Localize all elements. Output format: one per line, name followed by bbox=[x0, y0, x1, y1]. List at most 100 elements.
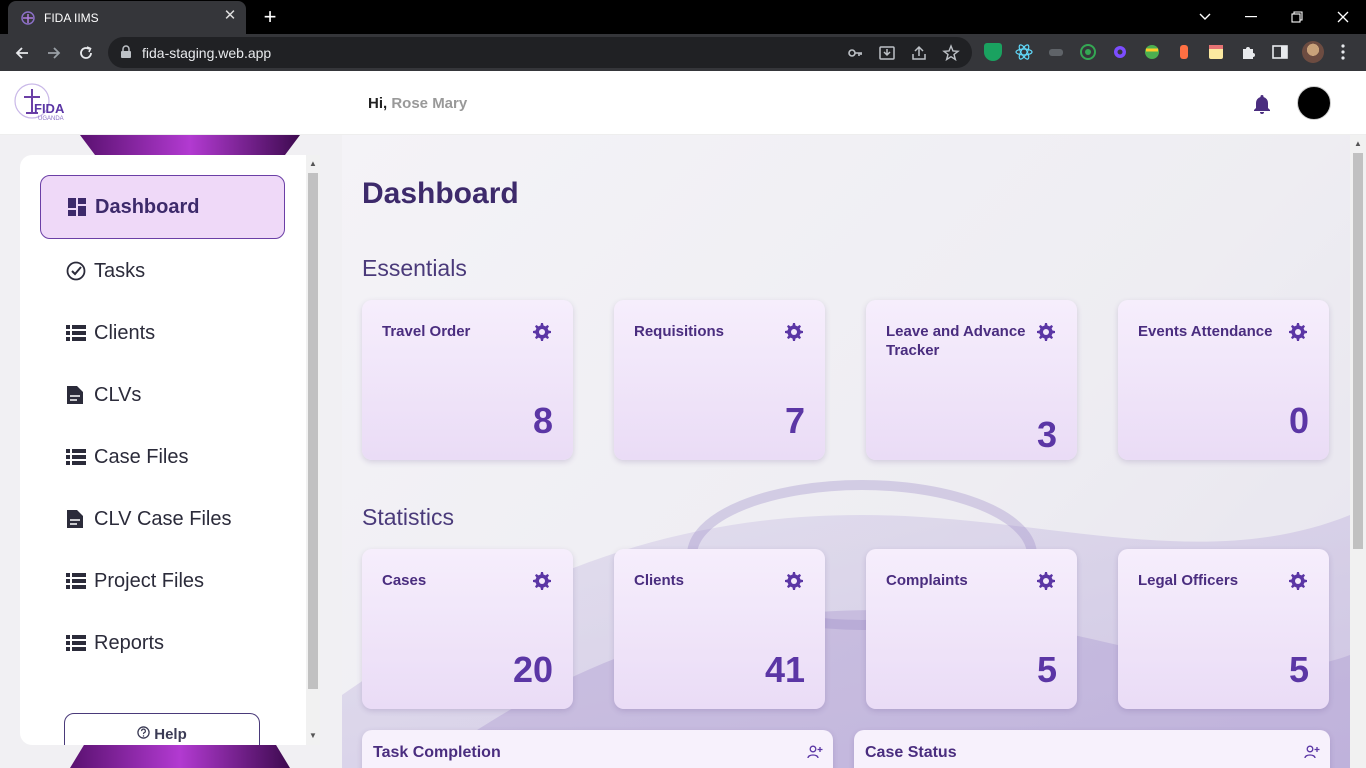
browser-tab[interactable]: FIDA IIMS ✕ bbox=[8, 1, 246, 34]
browser-tab-strip: FIDA IIMS ✕ + bbox=[0, 0, 1366, 34]
side-panel-icon[interactable] bbox=[1271, 43, 1289, 61]
card-cases[interactable]: Cases 20 bbox=[362, 549, 573, 709]
sidebar-item-project-files[interactable]: Project Files bbox=[40, 549, 285, 613]
extension-globe-icon[interactable] bbox=[1143, 43, 1161, 61]
check-circle-icon bbox=[66, 261, 86, 281]
card-complaints[interactable]: Complaints 5 bbox=[866, 549, 1077, 709]
card-value: 7 bbox=[784, 400, 805, 441]
dashboard-icon bbox=[67, 197, 87, 217]
forward-icon[interactable] bbox=[42, 41, 66, 65]
card-title: Cases bbox=[382, 572, 427, 589]
extension-character-icon[interactable] bbox=[1175, 43, 1193, 61]
sidebar-item-label: Case Files bbox=[94, 445, 189, 468]
extension-react-icon[interactable] bbox=[1015, 43, 1033, 61]
help-button[interactable]: Help bbox=[64, 713, 260, 745]
card-value: 5 bbox=[1288, 649, 1309, 690]
sidebar-item-dashboard[interactable]: Dashboard bbox=[40, 175, 285, 239]
sidebar-item-reports[interactable]: Reports bbox=[40, 611, 285, 675]
file-icon bbox=[66, 509, 86, 529]
gear-icon[interactable] bbox=[1036, 571, 1056, 591]
card-requisitions[interactable]: Requisitions 7 bbox=[614, 300, 825, 460]
add-user-icon[interactable] bbox=[807, 744, 823, 760]
gear-icon[interactable] bbox=[784, 322, 804, 342]
card-title: Legal Officers bbox=[1138, 572, 1239, 589]
close-window-icon[interactable] bbox=[1320, 4, 1366, 30]
sidebar-item-clvs[interactable]: CLVs bbox=[40, 363, 285, 427]
card-events-attendance[interactable]: Events Attendance 0 bbox=[1118, 300, 1329, 460]
main-content: Dashboard Essentials Travel Order 8 Requ… bbox=[342, 135, 1350, 768]
add-user-icon[interactable] bbox=[1304, 744, 1320, 760]
scroll-down-icon[interactable]: ▼ bbox=[309, 731, 317, 740]
sidebar-item-label: Tasks bbox=[94, 259, 146, 282]
card-title: Events Attendance bbox=[1138, 323, 1273, 340]
card-title: Travel Order bbox=[382, 323, 471, 340]
extension-shield-icon[interactable] bbox=[984, 43, 1002, 61]
essentials-heading: Essentials bbox=[362, 255, 467, 281]
minimize-icon[interactable] bbox=[1228, 4, 1274, 30]
tab-search-icon[interactable] bbox=[1182, 4, 1228, 30]
help-icon bbox=[137, 726, 150, 745]
sidebar-item-tasks[interactable]: Tasks bbox=[40, 239, 285, 303]
notification-bell-icon[interactable] bbox=[1252, 93, 1272, 115]
fida-logo[interactable]: FIDA UGANDA bbox=[14, 83, 74, 123]
browser-toolbar: fida-staging.web.app bbox=[0, 34, 1366, 71]
close-tab-icon[interactable]: ✕ bbox=[222, 8, 238, 24]
install-icon[interactable] bbox=[878, 44, 896, 62]
extensions-puzzle-icon[interactable] bbox=[1239, 43, 1257, 61]
card-leave-advance-tracker[interactable]: Leave and Advance Tracker 3 bbox=[866, 300, 1077, 460]
share-icon[interactable] bbox=[910, 44, 928, 62]
tab-favicon-icon bbox=[21, 11, 35, 25]
extension-target-icon[interactable] bbox=[1079, 43, 1097, 61]
user-avatar[interactable] bbox=[1297, 86, 1331, 120]
sidebar-scroll-thumb[interactable] bbox=[308, 173, 318, 689]
gear-icon[interactable] bbox=[1036, 322, 1056, 342]
gear-icon[interactable] bbox=[1288, 571, 1308, 591]
card-value: 5 bbox=[1036, 649, 1057, 690]
card-value: 20 bbox=[512, 649, 553, 690]
back-icon[interactable] bbox=[10, 41, 34, 65]
card-travel-order[interactable]: Travel Order 8 bbox=[362, 300, 573, 460]
card-title: Leave and Advance Tracker bbox=[886, 323, 1026, 359]
user-name: Rose Mary bbox=[391, 95, 468, 112]
logo-subtext: UGANDA bbox=[38, 116, 64, 122]
gear-icon[interactable] bbox=[784, 571, 804, 591]
card-value: 8 bbox=[532, 400, 553, 441]
address-url: fida-staging.web.app bbox=[142, 45, 272, 61]
restore-icon[interactable] bbox=[1274, 4, 1320, 30]
extension-gear-icon[interactable] bbox=[1111, 43, 1129, 61]
sidebar-scrollbar[interactable]: ▲ ▼ bbox=[306, 155, 320, 745]
main-scroll-thumb[interactable] bbox=[1353, 153, 1363, 549]
sidebar: Dashboard Tasks Clients CLVs Case Files … bbox=[20, 155, 320, 745]
extension-gamepad-icon[interactable] bbox=[1047, 43, 1065, 61]
card-value: 3 bbox=[1036, 414, 1057, 455]
profile-avatar-icon[interactable] bbox=[1302, 41, 1324, 63]
list-icon bbox=[66, 323, 86, 343]
statistics-heading: Statistics bbox=[362, 504, 455, 530]
panel-title: Case Status bbox=[865, 744, 957, 761]
sidebar-item-clv-case-files[interactable]: CLV Case Files bbox=[40, 487, 285, 551]
gear-icon[interactable] bbox=[532, 571, 552, 591]
help-label: Help bbox=[154, 726, 187, 743]
key-icon[interactable] bbox=[846, 44, 864, 62]
logo-text: FIDA bbox=[34, 101, 65, 116]
sidebar-item-case-files[interactable]: Case Files bbox=[40, 425, 285, 489]
more-menu-icon[interactable] bbox=[1334, 43, 1352, 61]
bookmark-star-icon[interactable] bbox=[942, 44, 960, 62]
card-value: 41 bbox=[764, 649, 805, 690]
gear-icon[interactable] bbox=[532, 322, 552, 342]
new-tab-icon[interactable]: + bbox=[258, 6, 282, 28]
sidebar-item-label: CLVs bbox=[94, 383, 142, 406]
sidebar-item-label: Reports bbox=[94, 631, 165, 654]
list-icon bbox=[66, 447, 86, 467]
main-scrollbar[interactable]: ▲ bbox=[1350, 135, 1366, 768]
reload-icon[interactable] bbox=[74, 41, 98, 65]
scroll-up-icon[interactable]: ▲ bbox=[1354, 139, 1362, 148]
scroll-up-icon[interactable]: ▲ bbox=[309, 159, 317, 168]
sidebar-item-clients[interactable]: Clients bbox=[40, 301, 285, 365]
list-icon bbox=[66, 571, 86, 591]
gear-icon[interactable] bbox=[1288, 322, 1308, 342]
extension-note-icon[interactable] bbox=[1207, 43, 1225, 61]
card-clients[interactable]: Clients 41 bbox=[614, 549, 825, 709]
card-legal-officers[interactable]: Legal Officers 5 bbox=[1118, 549, 1329, 709]
address-bar[interactable]: fida-staging.web.app bbox=[108, 37, 972, 68]
